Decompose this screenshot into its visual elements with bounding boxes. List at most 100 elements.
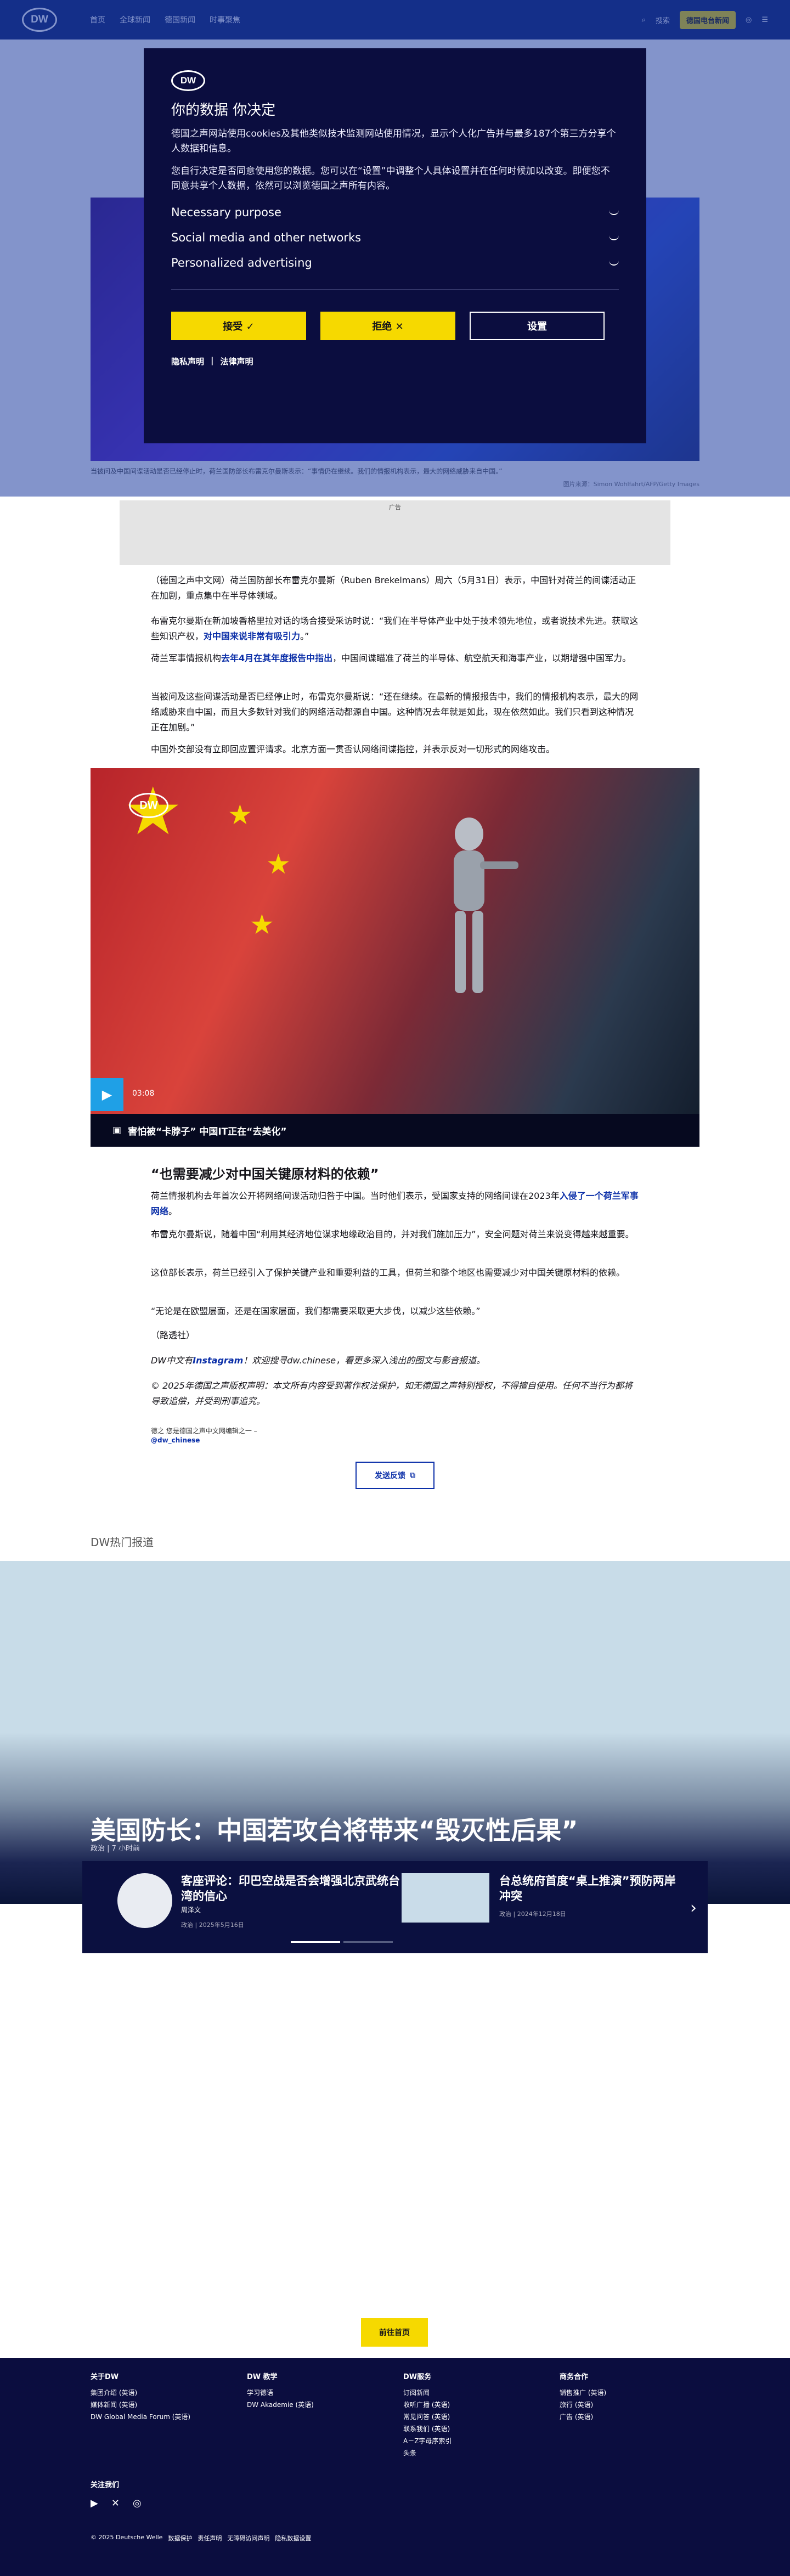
story-date: 政治 | 2025年5月16日 bbox=[181, 1921, 244, 1929]
menu-icon[interactable]: ☰ bbox=[761, 16, 768, 24]
instagram-link[interactable]: Instagram bbox=[193, 1355, 243, 1366]
dw-logo: DW bbox=[171, 70, 205, 91]
follow-heading: 关注我们 bbox=[91, 2481, 120, 2489]
star-shape: ★ bbox=[250, 909, 274, 940]
footer-link[interactable]: DW Akademie (英语) bbox=[247, 2399, 314, 2411]
footer-link[interactable]: 媒体新闻 (英语) bbox=[91, 2399, 190, 2411]
consent-buttons: 接受 ✓ 拒绝 ✕ 设置 bbox=[171, 312, 619, 340]
divider bbox=[171, 289, 619, 290]
footer-column: DW服务 订阅新闻 收听广播 (英语) 常见问答 (英语) 联系我们 (英语) … bbox=[403, 2371, 452, 2459]
story-title[interactable]: 客座评论：印巴空战是否会增强北京武统台湾的信心 bbox=[181, 1873, 400, 1904]
hero-credit: 图片来源：Simon Wohlfahrt/AFP/Getty Images bbox=[563, 481, 699, 488]
carousel-dot[interactable] bbox=[291, 1941, 340, 1943]
section-label: Social media and other networks bbox=[171, 231, 362, 244]
chevron-right-icon[interactable]: › bbox=[690, 1898, 697, 1918]
accept-button[interactable]: 接受 ✓ bbox=[171, 312, 306, 340]
privacy-link[interactable]: 隐私声明 bbox=[171, 356, 204, 367]
feedback-button[interactable]: 发送反馈 ⧉ bbox=[356, 1462, 435, 1489]
search-icon[interactable]: ⌕ bbox=[642, 16, 646, 24]
author-handle[interactable]: @dw_chinese bbox=[151, 1436, 257, 1445]
main-nav: 首页 全球新闻 德国新闻 时事聚焦 bbox=[90, 14, 240, 25]
article-paragraph: 布雷克尔曼斯说，随着中国“利用其经济地位谋求地缘政治目的，并对我们施加压力”，安… bbox=[151, 1229, 634, 1239]
carousel-dot[interactable] bbox=[343, 1941, 393, 1943]
footer-link[interactable]: 广告 (英语) bbox=[560, 2411, 606, 2423]
nav-item[interactable]: 德国新闻 bbox=[165, 14, 195, 25]
link-separator: | bbox=[211, 356, 214, 365]
footer-link[interactable]: 头条 bbox=[403, 2447, 452, 2459]
footer-link[interactable]: 联系我们 (英语) bbox=[403, 2423, 452, 2435]
footer-heading: DW服务 bbox=[403, 2373, 432, 2381]
article-paragraph: 荷兰军事情报机构去年4月在其年度报告中指出，中国间谍瞄准了荷兰的半导体、航空航天… bbox=[151, 651, 639, 666]
video-icon: ▣ bbox=[112, 1125, 122, 1136]
consent-text: 德国之声网站使用cookies及其他类似技术监测网站使用情况，显示个人化广告并与… bbox=[171, 128, 616, 154]
footer-legal: © 2025 Deutsche Welle 数据保护 责任声明 无障碍访问声明 … bbox=[91, 2534, 311, 2543]
footer-link[interactable]: 订阅新闻 bbox=[403, 2387, 452, 2399]
footer-heading: 关于DW bbox=[91, 2373, 119, 2381]
youtube-icon[interactable]: ▶ bbox=[91, 2498, 98, 2509]
section-label: Necessary purpose bbox=[171, 206, 281, 219]
chevron-down-icon[interactable] bbox=[609, 210, 619, 215]
footer-link[interactable]: 旅行 (英语) bbox=[560, 2399, 606, 2411]
footer-column: DW 教学 学习德语 DW Akademie (英语) bbox=[247, 2371, 314, 2411]
home-button[interactable]: 前往首页 bbox=[361, 2318, 428, 2347]
text: 荷兰情报机构去年首次公开将网络间谍活动归咎于中国。当时他们表示，受国家支持的网络… bbox=[151, 1191, 560, 1201]
consent-section[interactable]: Social media and other networks bbox=[171, 231, 619, 244]
footer-link[interactable]: 常见问答 (英语) bbox=[403, 2411, 452, 2423]
story-title[interactable]: 台总统府首度“桌上推演”预防两岸冲突 bbox=[499, 1873, 686, 1904]
video-duration: 03:08 bbox=[132, 1089, 155, 1098]
footer-link[interactable]: 学习德语 bbox=[247, 2387, 314, 2399]
text: 荷兰军事情报机构 bbox=[151, 653, 222, 663]
legal-link[interactable]: 法律声明 bbox=[221, 356, 253, 367]
footer-link[interactable]: 销售推广 (英语) bbox=[560, 2387, 606, 2399]
footer-heading: 商务合作 bbox=[560, 2373, 589, 2381]
author-tag: 德之 您是德国之声中文网编辑之一 – @dw_chinese bbox=[151, 1427, 257, 1445]
video-player[interactable]: ★ ★ ★ ★ DW ▶ 03:08 ▣ 害怕被“卡脖子” 中国IT正在“去美化” bbox=[91, 768, 699, 1147]
story-thumbnail[interactable] bbox=[117, 1873, 172, 1928]
globe-icon[interactable]: ◎ bbox=[746, 16, 752, 24]
copyright-notice: © 2025年德国之声版权声明：本文所有内容受到著作权法保护，如无德国之声特别授… bbox=[151, 1380, 633, 1406]
text: DW中文有 bbox=[151, 1355, 193, 1366]
text: 。 bbox=[168, 1206, 178, 1216]
footer-link[interactable]: 收听广播 (英语) bbox=[403, 2399, 452, 2411]
video-caption[interactable]: ▣ 害怕被“卡脖子” 中国IT正在“去美化” bbox=[91, 1114, 699, 1147]
legal-link[interactable]: 责任声明 bbox=[198, 2534, 222, 2543]
footer-link[interactable]: DW Global Media Forum (英语) bbox=[91, 2411, 190, 2423]
featured-story-title[interactable]: 美国防长：中国若攻台将带来“毁灭性后果” bbox=[91, 1811, 578, 1847]
chevron-down-icon[interactable] bbox=[609, 235, 619, 240]
text: 。” bbox=[300, 631, 309, 641]
footer-link[interactable]: A－Z字母序索引 bbox=[403, 2435, 452, 2447]
article-paragraph: （路透社） bbox=[151, 1330, 195, 1340]
article-paragraph: “无论是在欧盟层面，还是在国家层面，我们都需要采取更大步伐，以减少这些依赖。” bbox=[151, 1306, 481, 1316]
chevron-down-icon[interactable] bbox=[609, 260, 619, 266]
legal-link[interactable]: 无障碍访问声明 bbox=[227, 2534, 269, 2543]
story-thumbnail[interactable] bbox=[402, 1873, 489, 1923]
x-icon[interactable]: ✕ bbox=[111, 2498, 120, 2509]
story-author: 周泽文 bbox=[181, 1906, 201, 1914]
header-tools: ⌕ 搜索 德国电台新闻 ◎ ☰ bbox=[642, 10, 768, 29]
copy-icon: ⧉ bbox=[410, 1471, 415, 1480]
article-paragraph: 当被问及这些间谍活动是否已经停止时，布雷克尔曼斯说：“还在继续。在最新的情报报告… bbox=[151, 691, 639, 732]
reject-button[interactable]: 拒绝 ✕ bbox=[320, 312, 455, 340]
nav-item[interactable]: 时事聚焦 bbox=[210, 14, 240, 25]
inline-link[interactable]: 对中国来说非常有吸引力 bbox=[204, 631, 300, 641]
legal-link[interactable]: 隐私数据设置 bbox=[275, 2534, 311, 2543]
copyright: © 2025 Deutsche Welle bbox=[91, 2534, 163, 2541]
inline-link[interactable]: 去年4月在其年度报告中指出 bbox=[221, 653, 332, 663]
language-badge[interactable]: 德国电台新闻 bbox=[679, 10, 736, 29]
consent-section[interactable]: Personalized advertising bbox=[171, 256, 619, 269]
dw-logo[interactable]: DW bbox=[22, 8, 57, 32]
consent-section[interactable]: Necessary purpose bbox=[171, 206, 619, 219]
settings-button[interactable]: 设置 bbox=[470, 312, 605, 340]
play-button[interactable]: ▶ bbox=[91, 1078, 123, 1111]
instagram-icon[interactable]: ◎ bbox=[133, 2498, 142, 2509]
robot-figure bbox=[454, 818, 518, 993]
search-label[interactable]: 搜索 bbox=[656, 15, 670, 25]
footer-link[interactable]: 集团介绍 (英语) bbox=[91, 2387, 190, 2399]
nav-item[interactable]: 全球新闻 bbox=[120, 14, 150, 25]
story-carousel: 客座评论：印巴空战是否会增强北京武统台湾的信心 周泽文 政治 | 2025年5月… bbox=[82, 1861, 708, 1953]
nav-item[interactable]: 首页 bbox=[90, 14, 105, 25]
article-paragraph: DW中文有Instagram！欢迎搜寻dw.chinese，看更多深入浅出的图文… bbox=[151, 1353, 639, 1368]
star-shape: ★ bbox=[266, 848, 291, 880]
legal-link[interactable]: 数据保护 bbox=[168, 2534, 192, 2543]
dw-logo: DW bbox=[129, 793, 168, 818]
